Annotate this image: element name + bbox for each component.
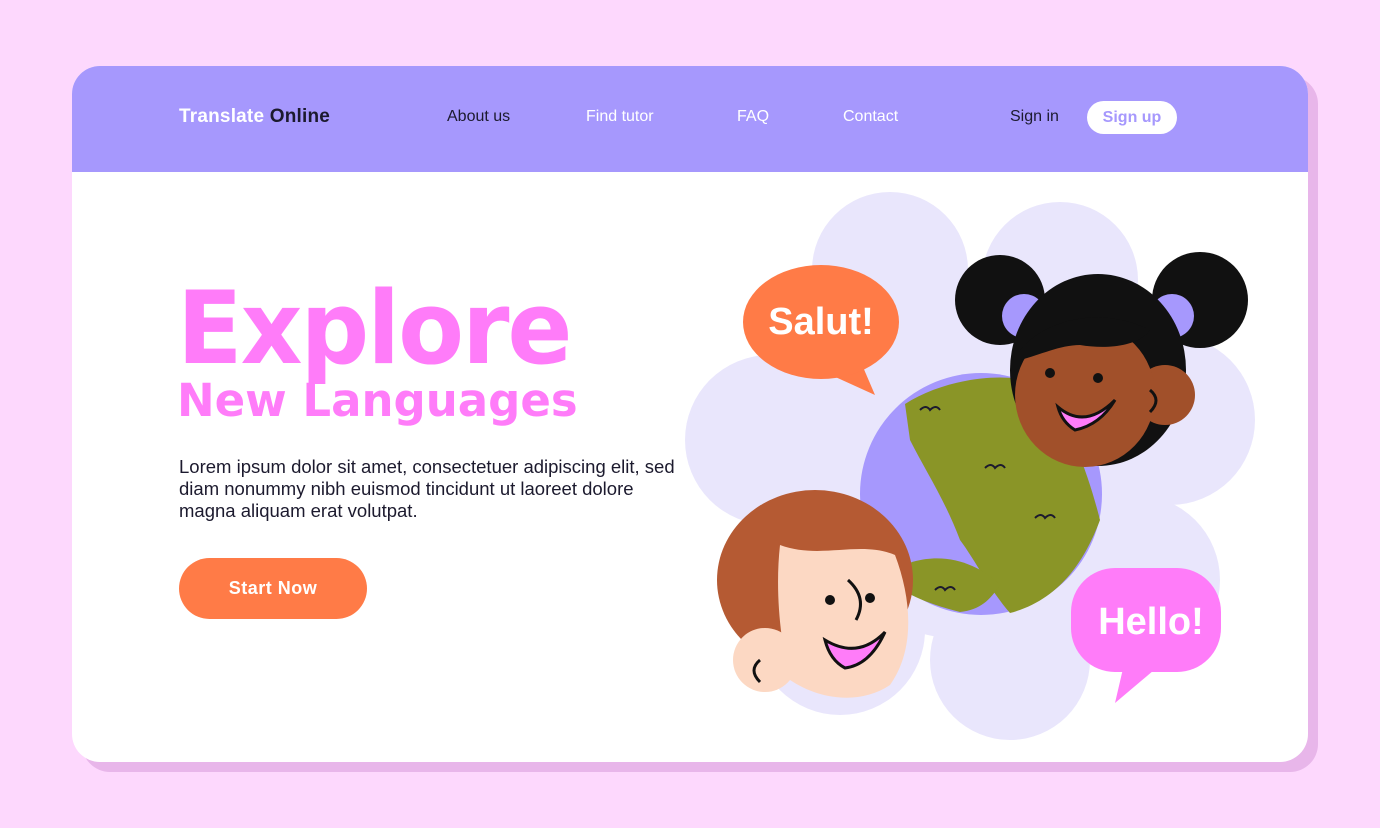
navbar: Translate Online About us Find tutor FAQ… [72, 66, 1308, 172]
nav-link-faq[interactable]: FAQ [737, 108, 769, 126]
hero-title: Explore New Languages [177, 278, 578, 423]
nav-link-contact[interactable]: Contact [843, 108, 898, 126]
hero-description: Lorem ipsum dolor sit amet, consectetuer… [179, 456, 675, 521]
hero-title-line1: Explore [177, 269, 573, 388]
landing-card: Translate Online About us Find tutor FAQ… [72, 66, 1308, 762]
brand-name-part1: Translate [179, 106, 265, 127]
sign-up-button[interactable]: Sign up [1087, 101, 1177, 134]
nav-link-about-us[interactable]: About us [447, 108, 510, 126]
nav-link-find-tutor[interactable]: Find tutor [586, 108, 654, 126]
start-now-button[interactable]: Start Now [179, 558, 367, 619]
brand-name-part2: Online [269, 106, 331, 127]
brand-logo[interactable]: Translate Online [179, 106, 330, 128]
sign-in-link[interactable]: Sign in [1010, 108, 1059, 126]
